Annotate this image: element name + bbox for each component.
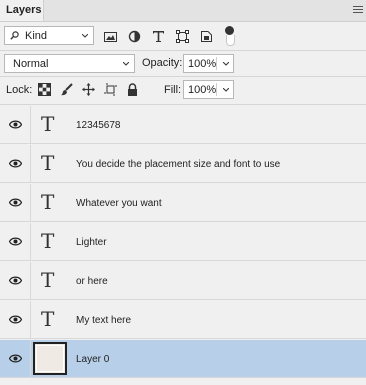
eye-icon (9, 315, 22, 324)
layer-row[interactable]: T Lighter (0, 223, 366, 261)
visibility-toggle[interactable] (0, 301, 31, 338)
eye-icon (9, 159, 22, 168)
layer-name: You decide the placement size and font t… (76, 159, 281, 170)
layer-name: My text here (76, 315, 132, 326)
layers-tab-label: Layers (6, 4, 42, 16)
text-layer-icon: T (41, 151, 55, 175)
eye-icon (9, 237, 22, 246)
eye-icon (9, 354, 22, 363)
visibility-toggle[interactable] (0, 184, 31, 221)
image-filter-icon[interactable] (104, 30, 117, 43)
layer-name: Lighter (76, 237, 107, 248)
text-layer-icon: T (41, 112, 55, 136)
layer-row[interactable]: T My text here (0, 301, 366, 339)
layer-name: or here (76, 276, 108, 287)
layers-list: T 12345678 T You decide the placement si… (0, 106, 366, 385)
type-filter-icon[interactable] (152, 30, 165, 43)
chevron-down-icon[interactable] (223, 88, 229, 92)
filter-row: Kind (0, 22, 366, 50)
opacity-value: 100% (188, 58, 217, 70)
visibility-toggle[interactable] (0, 262, 31, 299)
visibility-toggle[interactable] (0, 223, 31, 260)
divider (0, 104, 366, 105)
divider (0, 50, 366, 51)
blend-mode-label: Normal (13, 58, 49, 70)
filter-toggle[interactable] (224, 25, 236, 47)
fill-field[interactable]: 100% (183, 80, 234, 99)
lock-artboard-icon[interactable] (104, 83, 117, 96)
chevron-down-icon (82, 34, 88, 38)
layer-row-selected[interactable]: Layer 0 (0, 340, 366, 378)
visibility-toggle[interactable] (0, 340, 31, 377)
lock-position-icon[interactable] (82, 83, 95, 96)
panel-tab-bar: Layers (0, 0, 366, 22)
layers-tab[interactable]: Layers (0, 0, 44, 21)
lock-label: Lock: (6, 84, 33, 96)
search-icon (10, 31, 19, 40)
layer-row[interactable]: T or here (0, 262, 366, 300)
layer-thumbnail[interactable] (33, 342, 67, 375)
adjustment-filter-icon[interactable] (128, 30, 141, 43)
text-layer-icon: T (41, 307, 55, 331)
lock-transparent-pixels-icon[interactable] (38, 83, 51, 96)
lock-row: Lock: Fill: 100% (0, 78, 366, 102)
visibility-toggle[interactable] (0, 145, 31, 182)
blend-mode-dropdown[interactable]: Normal (4, 54, 135, 73)
layer-row[interactable]: T 12345678 (0, 106, 366, 144)
layer-name: Whatever you want (76, 198, 162, 209)
opacity-field[interactable]: 100% (183, 54, 234, 73)
shape-filter-icon[interactable] (176, 30, 189, 43)
eye-icon (9, 120, 22, 129)
filter-kind-dropdown[interactable]: Kind (4, 26, 94, 45)
chevron-down-icon (123, 62, 129, 66)
blend-row: Normal Opacity: 100% (0, 52, 366, 76)
text-layer-icon: T (41, 229, 55, 253)
chevron-down-icon[interactable] (223, 62, 229, 66)
smart-object-filter-icon[interactable] (200, 30, 213, 43)
text-layer-icon: T (41, 268, 55, 292)
visibility-toggle[interactable] (0, 106, 31, 143)
panel-menu-icon[interactable] (353, 6, 363, 14)
fill-value: 100% (188, 84, 217, 96)
eye-icon (9, 198, 22, 207)
divider (0, 76, 366, 77)
opacity-label: Opacity: (142, 57, 183, 69)
lock-image-pixels-icon[interactable] (60, 83, 73, 96)
filter-kind-label: Kind (25, 30, 48, 42)
layer-row[interactable]: T Whatever you want (0, 184, 366, 222)
layer-name: Layer 0 (76, 354, 110, 365)
lock-all-icon[interactable] (126, 83, 139, 96)
layer-name: 12345678 (76, 120, 121, 131)
eye-icon (9, 276, 22, 285)
layer-row[interactable]: T You decide the placement size and font… (0, 145, 366, 183)
fill-label: Fill: (164, 84, 182, 96)
text-layer-icon: T (41, 190, 55, 214)
